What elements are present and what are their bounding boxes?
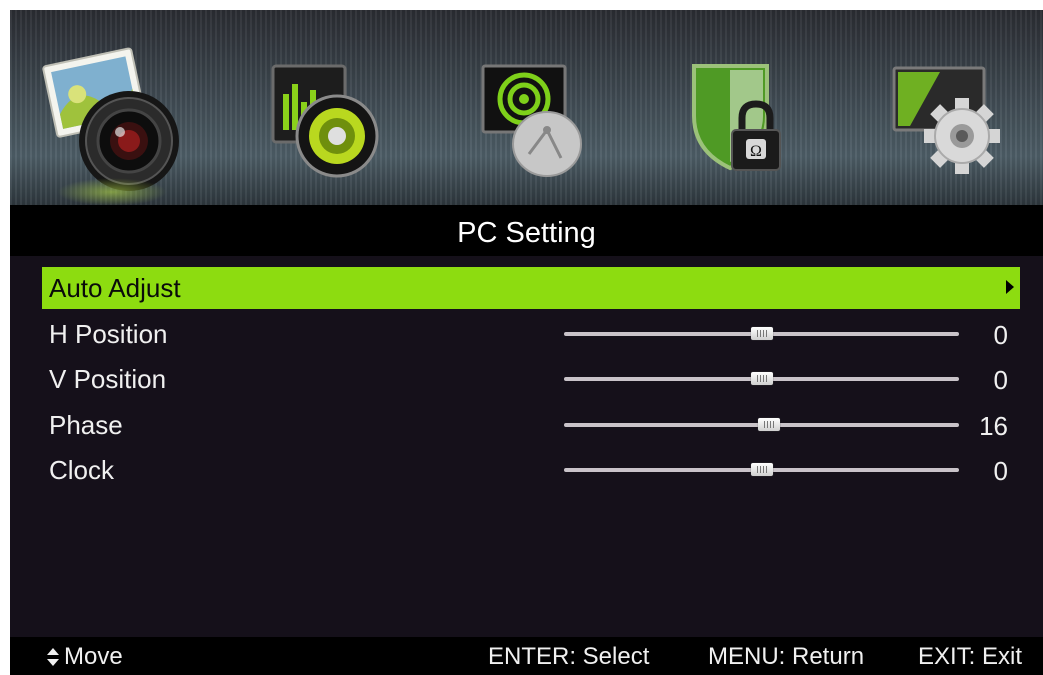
menu-item-phase[interactable]: Phase 16 — [42, 404, 1020, 446]
footer-hint-bar: Move ENTER: Select MENU: Return EXIT: Ex… — [10, 637, 1043, 675]
menu-item-v-position[interactable]: V Position 0 — [42, 358, 1020, 400]
page-title: PC Setting — [457, 217, 596, 249]
tab-sound[interactable] — [255, 46, 405, 196]
tab-channel[interactable] — [465, 46, 615, 196]
v-position-value: 0 — [993, 365, 1008, 395]
picture-camera-icon — [42, 47, 179, 191]
submenu-arrow-icon — [1006, 280, 1014, 294]
up-down-arrows-icon — [47, 648, 59, 675]
menu-item-label: H Position — [49, 319, 168, 349]
svg-text:Ω: Ω — [750, 143, 762, 160]
clock-value: 0 — [993, 456, 1008, 486]
menu-item-clock[interactable]: Clock 0 — [42, 449, 1020, 491]
slider-knob[interactable] — [750, 327, 773, 340]
menu-item-label: V Position — [49, 364, 167, 394]
h-position-value: 0 — [993, 320, 1008, 350]
h-position-slider[interactable] — [564, 327, 959, 340]
tv-osd-menu: Ω PC Setting Auto Adjust H Position 0 V … — [10, 10, 1043, 675]
phase-slider[interactable] — [564, 418, 959, 431]
menu-item-label: Phase — [49, 410, 123, 440]
exit-hint: EXIT: Exit — [918, 643, 1023, 670]
title-bar: PC Setting — [10, 205, 1043, 256]
monitor-gear-icon — [892, 66, 1000, 174]
move-hint: Move — [64, 643, 123, 670]
tab-lock[interactable]: Ω — [672, 46, 822, 196]
menu-item-label: Clock — [49, 455, 115, 485]
v-position-slider[interactable] — [564, 372, 959, 385]
slider-knob[interactable] — [758, 418, 781, 431]
menu-item-auto-adjust[interactable]: Auto Adjust — [42, 267, 1020, 309]
category-icon-bar: Ω — [10, 10, 1043, 206]
phase-value: 16 — [979, 411, 1008, 441]
slider-knob[interactable] — [750, 463, 773, 476]
shield-padlock-icon: Ω — [692, 64, 781, 171]
menu-return-hint: MENU: Return — [708, 643, 865, 670]
slider-knob[interactable] — [750, 372, 773, 385]
menu-item-label: Auto Adjust — [49, 273, 181, 303]
satellite-dish-icon — [481, 64, 582, 177]
speaker-equalizer-icon — [271, 64, 379, 178]
menu-item-h-position[interactable]: H Position 0 — [42, 313, 1020, 355]
settings-list: Auto Adjust H Position 0 V Position 0 Ph… — [10, 256, 1043, 636]
tab-picture[interactable] — [37, 46, 187, 206]
enter-select-hint: ENTER: Select — [488, 643, 650, 670]
clock-slider[interactable] — [564, 463, 959, 476]
tab-setup[interactable] — [880, 46, 1030, 196]
